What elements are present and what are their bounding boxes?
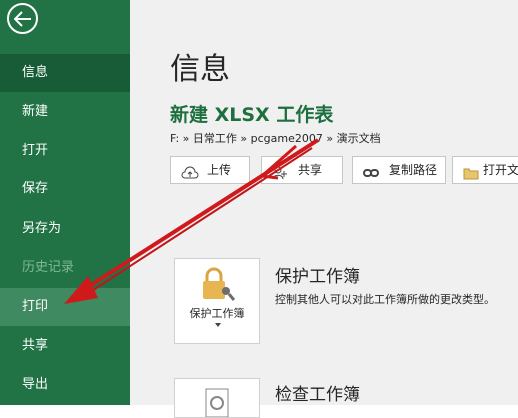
back-button[interactable] (7, 3, 38, 34)
back-arrow-icon (14, 11, 31, 27)
page-title: 信息 (170, 52, 230, 87)
inspect-workbook-title: 检查工作簿 (275, 385, 360, 405)
nav-item-share[interactable]: 共享 (0, 327, 130, 365)
file-path-breadcrumb: F: » 日常工作 » pcgame2007 » 演示文档 (170, 132, 381, 145)
nav-item-save-as[interactable]: 另存为 (0, 210, 130, 248)
inspect-document-icon (205, 388, 229, 417)
protect-workbook-title: 保护工作簿 (275, 267, 360, 287)
copy-path-label: 复制路径 (389, 163, 438, 177)
open-file-location-label: 打开文件位置 (483, 163, 518, 177)
nav-item-export[interactable]: 导出 (0, 366, 130, 404)
nav-item-save[interactable]: 保存 (0, 170, 130, 208)
open-file-location-button[interactable]: 打开文件位置 (452, 156, 518, 184)
inspect-workbook-tile[interactable] (174, 378, 260, 418)
share-label: 共享 (298, 163, 323, 177)
lock-key-icon (203, 267, 235, 301)
protect-workbook-tile[interactable]: 保护工作簿 (174, 258, 260, 344)
protect-workbook-tile-label: 保护工作簿 (189, 307, 245, 320)
info-panel: 信息 新建 XLSX 工作表 F: » 日常工作 » pcgame2007 » … (130, 0, 518, 418)
nav-item-info[interactable]: 信息 (0, 54, 130, 92)
nav-item-print[interactable]: 打印 (0, 288, 130, 326)
nav-item-open[interactable]: 打开 (0, 132, 130, 170)
folder-icon (463, 163, 479, 183)
document-title: 新建 XLSX 工作表 (170, 104, 334, 126)
link-icon (363, 163, 379, 183)
backstage-sidebar: 信息 新建 打开 保存 另存为 历史记录 打印 共享 导出 (0, 0, 130, 405)
dropdown-caret-icon (215, 323, 221, 327)
protect-workbook-desc: 控制其他人可以对此工作簿所做的更改类型。 (275, 293, 495, 306)
share-person-icon (272, 163, 288, 183)
nav-item-new[interactable]: 新建 (0, 93, 130, 131)
share-button[interactable]: 共享 (261, 156, 343, 184)
upload-cloud-icon (181, 163, 199, 183)
upload-label: 上传 (207, 163, 232, 177)
nav-item-history: 历史记录 (22, 260, 75, 275)
copy-path-button[interactable]: 复制路径 (352, 156, 446, 184)
upload-button[interactable]: 上传 (170, 156, 250, 184)
